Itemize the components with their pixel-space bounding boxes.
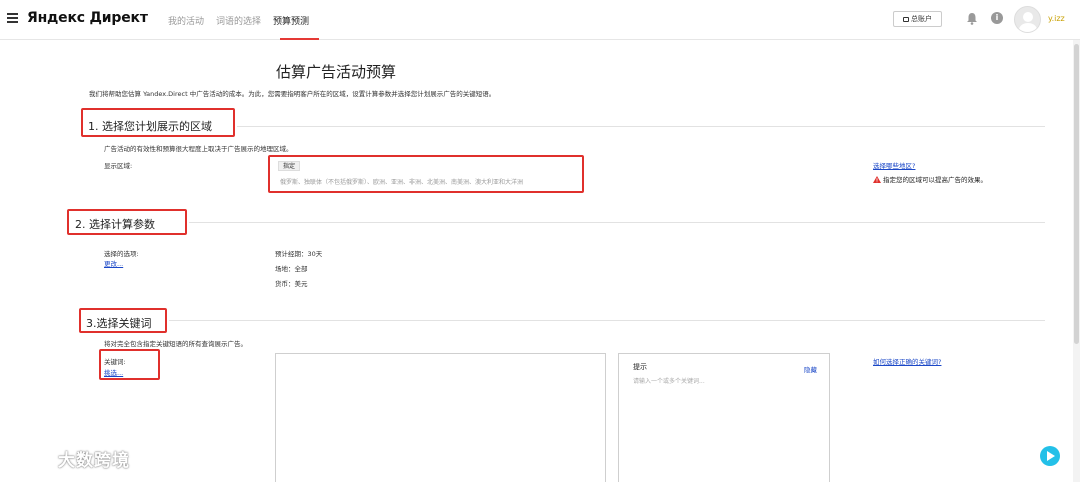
avatar[interactable]	[1014, 6, 1041, 33]
logo[interactable]: Яндекс Директ	[27, 10, 148, 26]
bell-icon[interactable]	[966, 12, 978, 25]
top-bar: Яндекс Директ 我的活动 词语的选择 预算预测 总账户 i y.iz…	[0, 0, 1080, 40]
main-nav: 我的活动 词语的选择 预算预测	[168, 14, 309, 27]
region-tag[interactable]: 指定	[278, 161, 300, 171]
section1-description: 广告活动的有效性和预算很大程度上取决于广告展示的地理区域。	[104, 145, 293, 153]
menu-icon[interactable]	[7, 13, 18, 23]
region-warning: 指定您的区域可以提高广告的效果。	[873, 174, 987, 184]
nav-my-campaigns[interactable]: 我的活动	[168, 14, 204, 27]
hint-title: 提示	[633, 363, 647, 371]
hint-panel	[618, 353, 830, 482]
keywords-label: 关键词:	[104, 358, 126, 366]
choose-regions-link[interactable]: 选择哪些地区?	[873, 160, 915, 170]
platform: 场地：全部	[275, 265, 308, 273]
wallet-icon	[903, 16, 909, 22]
nav-budget-forecast[interactable]: 预算预测	[273, 14, 309, 27]
section1-divider	[237, 126, 1045, 127]
display-region-label: 显示区域:	[104, 162, 133, 170]
section3-divider	[169, 320, 1045, 321]
account-button[interactable]: 总账户	[893, 11, 942, 27]
info-icon[interactable]: i	[991, 12, 1003, 24]
selected-options-label: 选择的选项:	[104, 250, 139, 258]
section3-title: 3.选择关键词	[86, 317, 152, 330]
section2-title: 2. 选择计算参数	[75, 218, 155, 231]
hint-placeholder: 请输入一个或多个关键词...	[633, 378, 705, 385]
section2-divider	[189, 222, 1045, 223]
active-nav-underline	[280, 38, 319, 40]
page-title: 估算广告活动预算	[276, 63, 397, 81]
watermark-text: 大数跨境	[58, 451, 130, 471]
account-button-label: 总账户	[911, 15, 932, 23]
watermark-logo-icon	[10, 450, 51, 467]
change-options-link[interactable]: 更改...	[104, 258, 123, 268]
section3-description: 将对完全包含指定关键短语的所有查询展示广告。	[104, 340, 247, 348]
scrollbar[interactable]	[1073, 40, 1080, 482]
currency: 货币：美元	[275, 280, 308, 288]
forecast-period: 预计经期：30天	[275, 250, 323, 258]
region-list[interactable]: 俄罗斯、独联体（不包括俄罗斯）、欧洲、亚洲、非洲、北美洲、南美洲、澳大利亚和大洋…	[280, 177, 523, 186]
highlight-region	[268, 155, 584, 193]
chat-icon[interactable]	[1040, 446, 1060, 466]
how-choose-keywords-link[interactable]: 如何选择正确的关键词?	[873, 356, 941, 366]
section1-title: 1. 选择您计划展示的区域	[88, 120, 212, 133]
hide-hint-link[interactable]: 隐藏	[804, 364, 817, 374]
warning-icon	[873, 175, 881, 183]
keywords-textarea[interactable]	[275, 353, 606, 482]
watermark: 大数跨境	[8, 446, 130, 471]
page-intro: 我们将帮助您估算 Yandex.Direct 中广告活动的成本。为此，您需要指明…	[89, 90, 496, 98]
username[interactable]: y.izz	[1048, 14, 1065, 23]
nav-word-selection[interactable]: 词语的选择	[216, 14, 261, 27]
region-warning-text: 指定您的区域可以提高广告的效果。	[883, 176, 987, 184]
pick-keywords-link[interactable]: 挑选...	[104, 367, 123, 377]
